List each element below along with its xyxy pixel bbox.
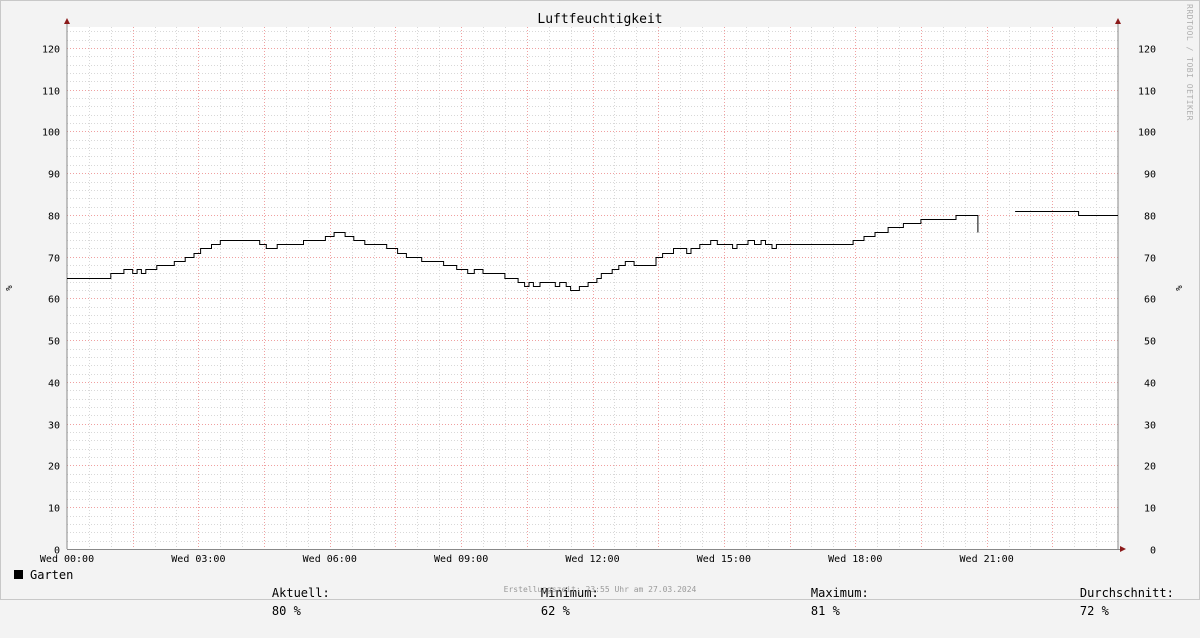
x-tick-label: Wed 09:00 [434,554,488,565]
legend-max-value: 81 % [810,604,840,618]
legend-current-value: 80 % [271,604,301,618]
legend-minimum: Minimum: 62 % [512,566,599,638]
legend: Garten Aktuell: 80 % Minimum: 62 % Maxim… [0,566,1200,618]
y-tick-label-left: 110 [42,87,60,98]
y-tick-label-left: 120 [42,45,60,56]
legend-series-name: Garten [30,568,74,582]
x-tick-label: Wed 00:00 [40,554,94,565]
x-tick-label: Wed 18:00 [828,554,882,565]
x-tick-label: Wed 12:00 [565,554,619,565]
y-tick-label-right: 30 [1144,421,1156,432]
y-tick-label-left: 50 [48,337,60,348]
legend-current: Aktuell: 80 % [243,566,330,638]
y-tick-label-right: 0 [1150,546,1156,557]
y-tick-label-right: 10 [1144,504,1156,515]
y-axis-label-right: % [1175,285,1185,291]
plot-area: 0 010 1020 2030 3040 4050 5060 6070 7080 8090 9010… [40,18,1156,565]
y-tick-label-right: 120 [1138,45,1156,56]
plot-canvas [67,27,1118,549]
y-tick-label-left: 100 [42,128,60,139]
legend-average: Durchschnitt: 72 % [1051,566,1174,638]
y-tick-label-left: 70 [48,254,60,265]
rrdtool-watermark: RRDTOOL / TOBI OETIKER [1185,4,1194,121]
chart-svg: Luftfeuchtigkeit % % 0 010 1020 2030 3040 405… [0,0,1200,600]
x-tick-label: Wed 21:00 [960,554,1014,565]
y-tick-label-right: 80 [1144,212,1156,223]
y-tick-label-right: 100 [1138,128,1156,139]
footer-timestamp: Erstellungszeit: 23:55 Uhr am 27.03.2024 [503,585,697,594]
y-tick-label-right: 20 [1144,462,1156,473]
x-tick-label: Wed 03:00 [171,554,225,565]
y-tick-label-left: 60 [48,295,60,306]
y-tick-label-left: 80 [48,212,60,223]
y-axis-label-left: % [5,285,15,291]
x-tick-label: Wed 06:00 [303,554,357,565]
y-tick-label-right: 40 [1144,379,1156,390]
legend-avg-value: 72 % [1079,604,1109,618]
legend-swatch-garten [14,570,23,579]
y-tick-label-right: 60 [1144,295,1156,306]
chart-root: Luftfeuchtigkeit % % 0 0 10 10 20 20 30 30 40 40 5… [0,0,1200,600]
y-tick-label-left: 90 [48,170,60,181]
legend-maximum: Maximum: 81 % [782,566,869,638]
y-tick-label-right: 90 [1144,170,1156,181]
chart-title: Luftfeuchtigkeit [537,12,662,27]
y-tick-label-right: 110 [1138,87,1156,98]
y-tick-label-right: 50 [1144,337,1156,348]
legend-min-value: 62 % [540,604,570,618]
y-tick-label-left: 10 [48,504,60,515]
y-tick-label-left: 40 [48,379,60,390]
y-tick-label-left: 20 [48,462,60,473]
x-tick-label: Wed 15:00 [697,554,751,565]
y-tick-label-right: 70 [1144,254,1156,265]
y-tick-label-left: 30 [48,421,60,432]
